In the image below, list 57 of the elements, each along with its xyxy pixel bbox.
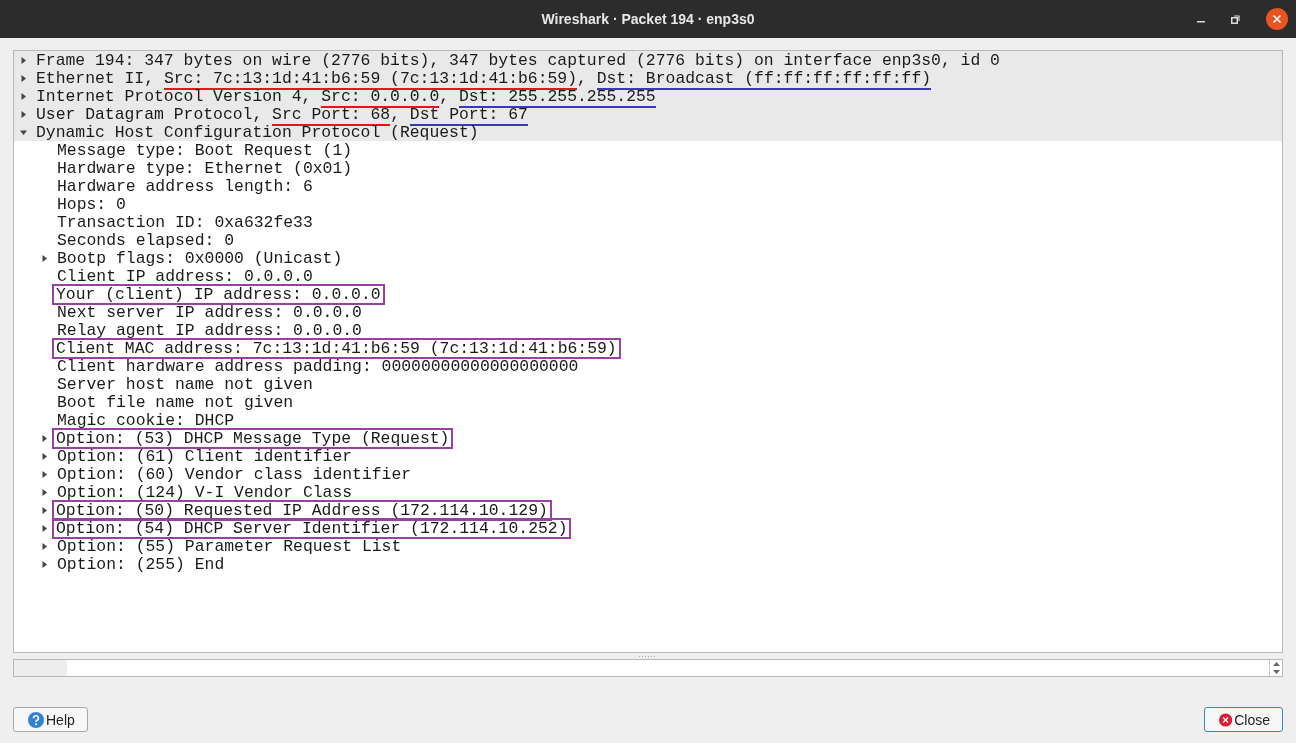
tree-row-text[interactable]: Option: (55) Parameter Request List xyxy=(57,537,402,555)
help-icon xyxy=(28,711,44,728)
tree-row-text[interactable]: Client MAC address: 7c:13:1d:41:b6:59 (7c:13:1d:41:b6:59) xyxy=(54,339,619,357)
expander-icon[interactable] xyxy=(41,560,48,568)
tree-row[interactable]: Dynamic Host Configuration Protocol (Request) xyxy=(14,123,1282,141)
scroll-bar[interactable] xyxy=(1269,660,1282,676)
tree-row-text[interactable]: Client IP address: 0.0.0.0 xyxy=(57,267,313,285)
scroll-down-icon[interactable] xyxy=(1272,670,1280,674)
expander-icon[interactable] xyxy=(41,506,48,514)
expander-icon[interactable] xyxy=(41,542,48,550)
tree-row[interactable]: Internet Protocol Version 4, Src: 0.0.0.0, Dst: 255.255.255.255 xyxy=(14,87,1282,105)
expander-icon[interactable] xyxy=(41,434,48,442)
tree-row-text[interactable]: Hops: 0 xyxy=(57,195,126,213)
tree-row-text[interactable]: Next server IP address: 0.0.0.0 xyxy=(57,303,362,321)
tree-row-text[interactable]: Hardware type: Ethernet (0x01) xyxy=(57,159,353,177)
tree-row-text[interactable]: Hardware address length: 6 xyxy=(57,177,313,195)
scroll-up-icon[interactable] xyxy=(1272,662,1280,666)
tree-row-text[interactable]: Bootp flags: 0x0000 (Unicast) xyxy=(57,249,343,267)
tree-row-text: Frame 194: 347 bytes on wire (2776 bits), 347 bytes captured (2776 bits) on interface enp3s0, id 0 xyxy=(36,51,1000,69)
tree-row-text[interactable]: Transaction ID: 0xa632fe33 xyxy=(57,213,313,231)
expander-icon[interactable] xyxy=(41,470,48,478)
tree-row-text[interactable]: Option: (255) End xyxy=(57,555,225,573)
tree-row-text[interactable]: Client hardware address padding: 00000000000000000000 xyxy=(57,357,579,375)
expander-icon[interactable] xyxy=(41,524,48,532)
expander-icon[interactable] xyxy=(20,56,27,64)
close-button[interactable]: Close xyxy=(1204,707,1283,732)
expander-icon[interactable] xyxy=(20,110,27,118)
expander-icon[interactable] xyxy=(20,92,27,100)
tree-row-text[interactable]: Option: (61) Client identifier xyxy=(57,447,353,465)
tree-row-text[interactable]: Magic cookie: DHCP xyxy=(57,411,235,429)
close-icon xyxy=(1219,711,1233,728)
tree-row[interactable]: Ethernet II, Src: 7c:13:1d:41:b6:59 (7c:13:1d:41:b6:59), Dst: Broadcast (ff:ff:ff:ff:ff:ff) xyxy=(14,69,1282,87)
tree-row-text[interactable]: Option: (53) DHCP Message Type (Request) xyxy=(54,429,452,447)
close-icon[interactable] xyxy=(1266,8,1288,30)
tree-row-text[interactable]: Boot file name not given xyxy=(57,393,294,411)
offset-column xyxy=(14,660,67,676)
tree-row-text[interactable]: Seconds elapsed: 0 xyxy=(57,231,235,249)
expander-icon[interactable] xyxy=(41,452,48,460)
window-title: Wireshark · Packet 194 · enp3s0 xyxy=(541,11,755,27)
maximize-icon[interactable] xyxy=(1231,14,1240,24)
expander-icon[interactable] xyxy=(20,74,27,82)
tree-row-text[interactable]: Server host name not given xyxy=(57,375,313,393)
tree-row[interactable]: Frame 194: 347 bytes on wire (2776 bits), 347 bytes captured (2776 bits) on interface enp3s0, id 0 xyxy=(14,51,1282,69)
tree-row-text[interactable]: Option: (124) V-I Vendor Class xyxy=(57,483,353,501)
tree-row-text[interactable]: Option: (50) Requested IP Address (172.114.10.129) xyxy=(54,501,550,519)
tree-row-text: Dynamic Host Configuration Protocol (Request) xyxy=(36,123,479,141)
expander-icon[interactable] xyxy=(41,254,48,262)
help-button[interactable]: Help xyxy=(13,707,88,732)
expander-icon[interactable] xyxy=(20,128,27,136)
tree-row[interactable]: User Datagram Protocol, Src Port: 68, Dst Port: 67 xyxy=(14,105,1282,123)
expander-icon[interactable] xyxy=(41,488,48,496)
tree-row-text[interactable]: Relay agent IP address: 0.0.0.0 xyxy=(57,321,362,339)
splitter-handle[interactable] xyxy=(638,654,658,658)
tree-row-text[interactable]: Option: (60) Vendor class identifier xyxy=(57,465,412,483)
tree-row-text[interactable]: Option: (54) DHCP Server Identifier (172.114.10.252) xyxy=(54,519,570,537)
tree-row-text[interactable]: Message type: Boot Request (1) xyxy=(57,141,353,159)
tree-row-text[interactable]: Your (client) IP address: 0.0.0.0 xyxy=(54,285,383,303)
